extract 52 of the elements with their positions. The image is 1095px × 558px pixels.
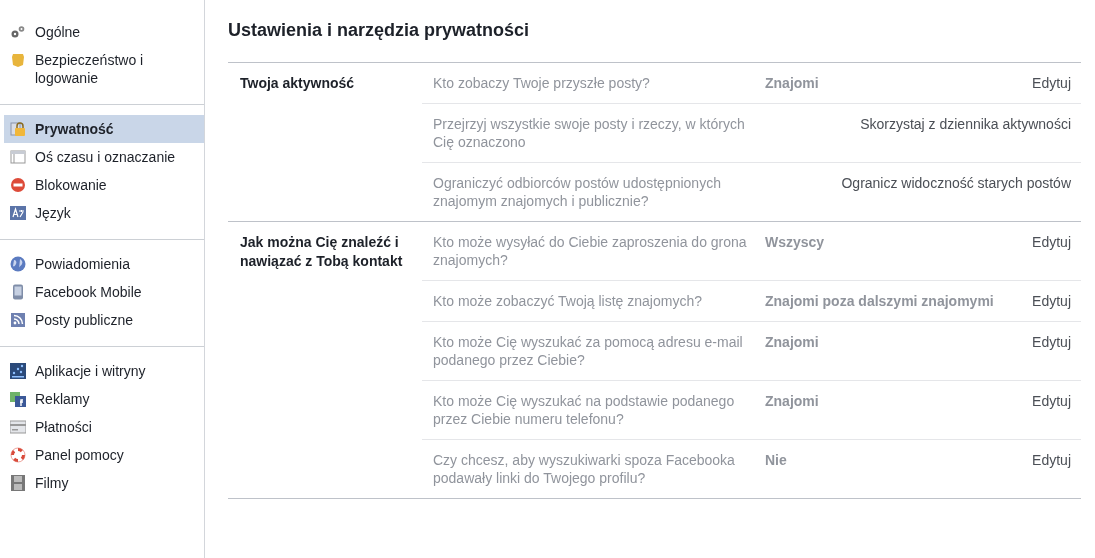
sidebar-item[interactable]: Filmy <box>4 469 204 497</box>
sidebar-item[interactable]: Płatności <box>4 413 204 441</box>
block-icon <box>10 177 26 193</box>
setting-value: Znajomi <box>764 392 820 411</box>
sidebar-item[interactable]: Posty publiczne <box>4 306 204 334</box>
film-icon <box>10 475 26 491</box>
sidebar-item[interactable]: Facebook Mobile <box>4 278 204 306</box>
edit-link[interactable]: Edytuj <box>1032 233 1071 269</box>
sidebar-item[interactable]: Ogólne <box>4 18 204 46</box>
edit-link[interactable]: Edytuj <box>1032 74 1071 92</box>
setting-value: Znajomi <box>764 333 820 352</box>
sidebar-item[interactable]: Prywatność <box>4 115 204 143</box>
setting-value: Wszyscy <box>764 233 826 252</box>
section-label: Twoja aktywność <box>239 74 356 93</box>
card-icon <box>10 419 26 435</box>
rss-icon <box>10 312 26 328</box>
setting-question: Ograniczyć odbiorców postów udostępnionych znajomym znajomych i publicznie? <box>433 174 722 210</box>
sidebar-item[interactable]: Panel pomocy <box>4 441 204 469</box>
setting-question: Kto może zobaczyć Twoją listę znajomych? <box>433 292 703 310</box>
grid-icon <box>10 363 26 379</box>
setting-question: Kto może Cię wyszukać za pomocą adresu e-mail podanego przez Ciebie? <box>433 333 744 369</box>
setting-question: Kto może Cię wyszukać na podstawie podanego przez Ciebie numeru telefonu? <box>433 392 736 428</box>
setting-question: Czy chcesz, aby wyszukiwarki spoza Facebooka podawały linki do Twojego profilu? <box>433 451 736 487</box>
edit-link[interactable]: Edytuj <box>1032 392 1071 428</box>
setting-value: Znajomi poza dalszymi znajomymi <box>764 292 995 310</box>
setting-question: Kto zobaczy Twoje przyszłe posty? <box>433 74 651 92</box>
sidebar-item[interactable]: Blokowanie <box>4 171 204 199</box>
page-title: Ustawienia i narzędzia prywatności <box>228 20 531 41</box>
setting-question: Kto może wysyłać do Ciebie zaproszenia do grona znajomych? <box>433 233 748 269</box>
gears-icon <box>10 24 26 40</box>
window-icon <box>10 149 26 165</box>
lock-icon <box>10 121 26 137</box>
edit-link[interactable]: Ogranicz widoczność starych postów <box>841 174 1071 210</box>
badge-icon <box>10 52 26 68</box>
globe-icon <box>10 256 26 272</box>
language-icon <box>10 205 26 221</box>
setting-value: Nie <box>764 451 788 470</box>
edit-link[interactable]: Edytuj <box>1032 451 1071 487</box>
setting-value: Znajomi <box>764 74 820 92</box>
sidebar-item[interactable]: Powiadomienia <box>4 250 204 278</box>
setting-question: Przejrzyj wszystkie swoje posty i rzeczy, w których Cię oznaczono <box>433 115 746 151</box>
phone-icon <box>10 284 26 300</box>
sidebar-item[interactable]: Bezpieczeństwo i logowanie <box>4 46 204 92</box>
sidebar-item[interactable]: Oś czasu i oznaczanie <box>4 143 204 171</box>
sidebar-item[interactable]: Aplikacje i witryny <box>4 357 204 385</box>
edit-link[interactable]: Edytuj <box>1032 333 1071 369</box>
edit-link[interactable]: Edytuj <box>1032 292 1071 310</box>
lifebuoy-icon <box>10 447 26 463</box>
section-label: Jak można Cię znaleźć i nawiązać z Tobą kontakt <box>239 233 404 271</box>
sidebar-item[interactable]: Język <box>4 199 204 227</box>
edit-link[interactable]: Skorzystaj z dziennika aktywności <box>860 115 1071 151</box>
sidebar-item[interactable]: Reklamy <box>4 385 204 413</box>
